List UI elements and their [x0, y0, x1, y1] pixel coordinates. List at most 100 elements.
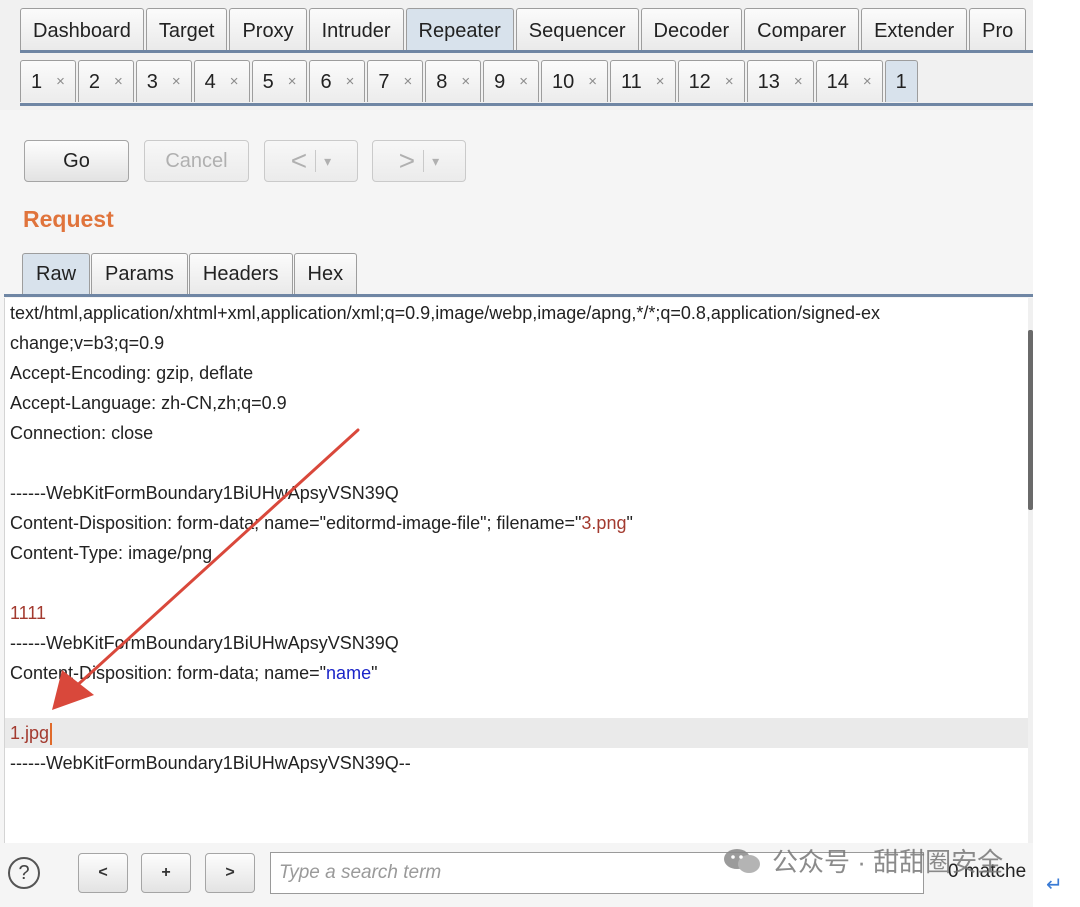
repeater-tab-label: 5	[262, 70, 274, 93]
repeater-tab-label: 14	[826, 70, 849, 93]
field-name-value: name	[326, 663, 372, 683]
repeater-tab[interactable]: 8 ×	[425, 60, 482, 103]
repeater-tab-label: 4	[204, 70, 216, 93]
repeater-tab[interactable]: 12 ×	[677, 60, 745, 103]
tab-sequencer[interactable]: Sequencer	[515, 8, 639, 52]
main-tab-underline	[20, 50, 1033, 53]
repeater-tab-underline	[20, 103, 1033, 106]
go-button[interactable]: Go	[24, 140, 129, 182]
close-icon[interactable]: ×	[288, 61, 297, 103]
cancel-button[interactable]: Cancel	[144, 140, 249, 182]
quote-text: "	[626, 513, 633, 533]
repeater-tab[interactable]: 7 ×	[367, 60, 424, 103]
tab-decoder[interactable]: Decoder	[640, 8, 743, 52]
close-icon[interactable]: ×	[725, 61, 734, 103]
repeater-tab[interactable]: 11 ×	[610, 60, 676, 102]
editor-line: ------WebKitFormBoundary1BiUHwApsyVSN39Q	[10, 483, 399, 503]
chevron-right-icon: >	[398, 145, 416, 176]
request-tab-bar: Raw Params Headers Hex	[22, 253, 358, 295]
repeater-tab-label: 1	[31, 70, 43, 93]
tab-dashboard[interactable]: Dashboard	[20, 8, 144, 52]
tab-project-options[interactable]: Pro	[969, 8, 1027, 52]
editor-line: Accept-Language: zh-CN,zh;q=0.9	[10, 393, 287, 413]
tab-extender[interactable]: Extender	[861, 8, 968, 52]
help-icon[interactable]: ?	[8, 857, 40, 889]
repeater-tab[interactable]: 14 ×	[815, 60, 883, 103]
repeater-tab-label: 11	[621, 70, 642, 93]
tab-headers[interactable]: Headers	[188, 253, 293, 295]
watermark: 公众号 · 甜甜圈安全	[722, 842, 1003, 879]
editor-line-current: 1.jpg	[5, 718, 1029, 748]
repeater-tab-label: 1	[895, 70, 907, 93]
editor-line-blank	[5, 688, 1029, 718]
editor-line: 1111	[10, 603, 47, 623]
search-next-button[interactable]: >	[205, 853, 255, 893]
tab-proxy[interactable]: Proxy	[229, 8, 307, 52]
repeater-tab-current[interactable]: 1	[884, 60, 918, 102]
repeater-tab-label: 3	[146, 70, 158, 93]
close-icon[interactable]: ×	[588, 61, 597, 103]
close-icon[interactable]: ×	[656, 61, 665, 103]
editor-line: Content-Disposition: form-data; name="na…	[5, 658, 1029, 688]
repeater-tab[interactable]: 6 ×	[309, 60, 366, 103]
repeater-tab[interactable]: 2 ×	[77, 60, 134, 103]
tab-hex[interactable]: Hex	[293, 253, 358, 295]
close-icon[interactable]: ×	[230, 61, 239, 103]
editor-line: Content-Disposition: form-data; name="ed…	[5, 508, 1029, 538]
close-icon[interactable]: ×	[346, 61, 355, 103]
repeater-tab[interactable]: 10 ×	[541, 60, 609, 103]
back-button[interactable]: < ▾	[264, 140, 358, 182]
chevron-down-icon[interactable]: ▾	[315, 150, 331, 172]
close-icon[interactable]: ×	[114, 61, 123, 103]
search-prev-button[interactable]: <	[78, 853, 128, 893]
close-icon[interactable]: ×	[56, 61, 65, 103]
close-icon[interactable]: ×	[172, 61, 181, 103]
tab-target[interactable]: Target	[145, 8, 228, 52]
editor-line-blank	[5, 448, 1029, 478]
tab-intruder[interactable]: Intruder	[308, 8, 404, 52]
tab-repeater[interactable]: Repeater	[405, 8, 514, 52]
watermark-text: 公众号 · 甜甜圈安全	[772, 847, 1004, 877]
request-heading: Request	[23, 206, 114, 232]
burp-window: Dashboard Target Proxy Intruder Repeater…	[0, 0, 1033, 907]
repeater-tab[interactable]: 9 ×	[483, 60, 540, 103]
editor-line: Accept-Encoding: gzip, deflate	[10, 363, 254, 383]
chevron-left-icon: <	[290, 145, 308, 176]
tab-params[interactable]: Params	[91, 253, 188, 295]
search-options-button[interactable]: +	[141, 853, 191, 893]
close-icon[interactable]: ×	[519, 61, 528, 103]
header-text: Content-Disposition: form-data; name="	[10, 663, 327, 683]
repeater-tab[interactable]: 4 ×	[193, 60, 250, 103]
return-icon: ↵	[1046, 874, 1063, 896]
quote-text: "	[371, 663, 378, 683]
close-icon[interactable]: ×	[461, 61, 470, 103]
repeater-tab[interactable]: 13 ×	[746, 60, 814, 103]
repeater-tab-label: 9	[494, 70, 506, 93]
repeater-tab-bar: 1 × 2 × 3 × 4 × 5 × 6 × 7 × 8 × 9 × 10 × 11 × 12 × 1…	[20, 60, 1033, 104]
editor-line-blank	[5, 568, 1029, 598]
raw-request-editor[interactable]: text/html,application/xhtml+xml,applicat…	[4, 298, 1029, 843]
main-tab-bar: Dashboard Target Proxy Intruder Repeater…	[20, 0, 1033, 52]
close-icon[interactable]: ×	[403, 61, 412, 103]
close-icon[interactable]: ×	[794, 61, 803, 103]
text-caret	[50, 723, 53, 746]
chevron-down-icon[interactable]: ▾	[423, 150, 439, 172]
tab-raw[interactable]: Raw	[22, 253, 91, 295]
editor-line: text/html,application/xhtml+xml,applicat…	[10, 303, 880, 323]
repeater-tab-label: 12	[688, 70, 711, 93]
filename-value: 3.png	[581, 513, 627, 533]
name-field-value: 1.jpg	[10, 723, 50, 743]
editor-line: ------WebKitFormBoundary1BiUHwApsyVSN39Q	[10, 633, 399, 653]
repeater-tab[interactable]: 5 ×	[251, 60, 308, 103]
repeater-tab-label: 7	[378, 70, 390, 93]
repeater-tab-label: 2	[88, 70, 101, 93]
repeater-tab[interactable]: 3 ×	[135, 60, 192, 103]
tab-comparer[interactable]: Comparer	[744, 8, 860, 52]
repeater-tab-label: 8	[436, 70, 448, 93]
repeater-tab[interactable]: 1 ×	[20, 60, 76, 102]
editor-scrollbar-thumb[interactable]	[1028, 330, 1033, 510]
close-icon[interactable]: ×	[863, 61, 872, 103]
forward-button[interactable]: > ▾	[372, 140, 466, 182]
repeater-tab-label: 13	[757, 70, 780, 93]
request-tab-underline	[4, 294, 1033, 297]
